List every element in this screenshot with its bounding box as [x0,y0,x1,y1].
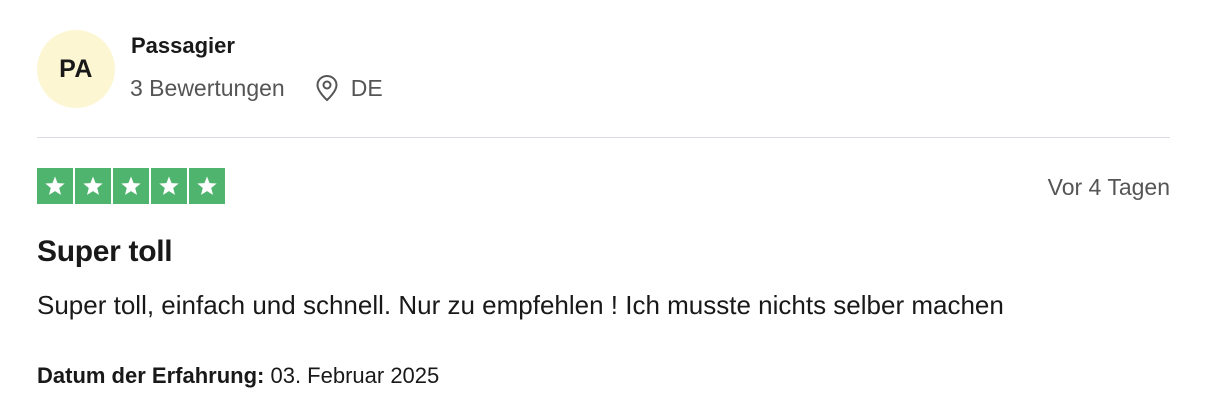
avatar[interactable]: PA [37,30,115,108]
reviewer-meta: 3 Bewertungen DE [130,74,383,102]
star-icon [113,168,149,204]
experience-date-value: 03. Februar 2025 [270,363,440,388]
star-icon [151,168,187,204]
reviewer-country: DE [350,74,383,101]
review-count: 3 Bewertungen [130,74,285,101]
star-icon [75,168,111,204]
review-date: Vor 4 Tagen [1047,174,1170,200]
location-pin-icon [315,74,339,102]
experience-date-label: Datum der Erfahrung: [37,363,265,388]
star-icon [189,168,225,204]
star-icon [37,168,73,204]
star-rating [37,168,225,204]
review-body: Super toll, einfach und schnell. Nur zu … [37,290,1004,320]
divider [37,137,1170,138]
experience-date-row: Datum der Erfahrung: 03. Februar 2025 [37,363,439,389]
review-title[interactable]: Super toll [37,235,173,269]
reviewer-name[interactable]: Passagier [131,33,235,59]
